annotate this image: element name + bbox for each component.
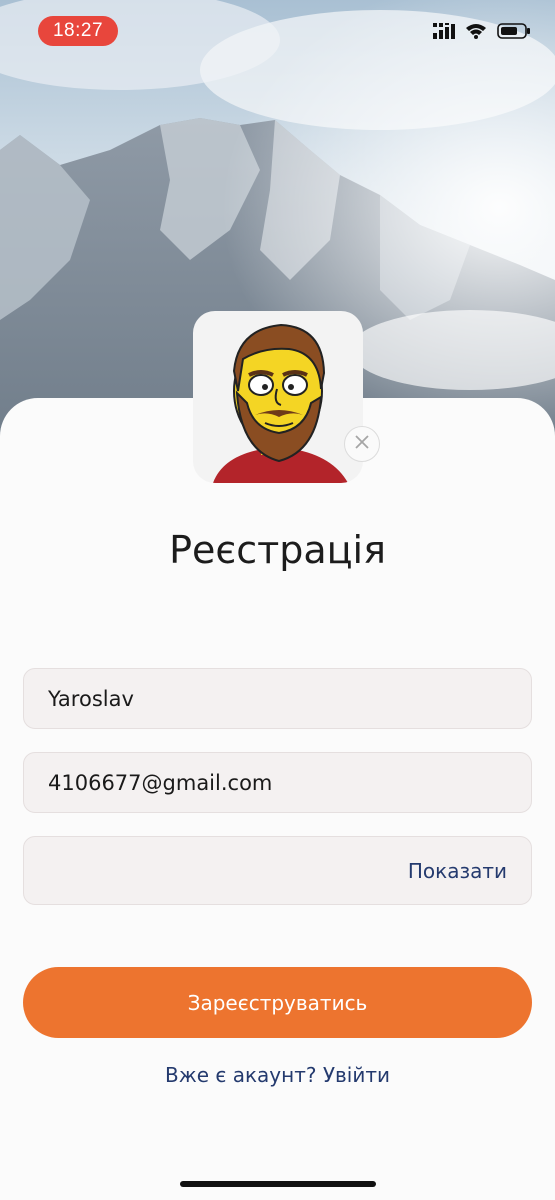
status-icons [433,22,531,44]
register-button[interactable]: Зареєструватись [23,967,532,1038]
email-input[interactable] [24,753,531,812]
close-icon [354,434,370,455]
cartoon-avatar-icon [213,323,348,483]
home-indicator [180,1181,376,1187]
name-input[interactable] [24,669,531,728]
login-link[interactable]: Вже є акаунт? Увійти [0,1063,555,1087]
show-password-toggle[interactable]: Показати [408,837,507,906]
email-field[interactable] [23,752,532,813]
battery-icon [497,22,531,44]
password-field[interactable]: Показати [23,836,532,905]
status-time: 18:27 [38,16,118,46]
remove-avatar-button[interactable] [344,426,380,462]
wifi-icon [465,23,487,44]
page-title: Реєстрація [169,528,386,572]
name-field[interactable] [23,668,532,729]
avatar[interactable] [193,311,363,483]
status-bar: 18:27 [0,0,555,60]
signal-icon [433,22,455,44]
